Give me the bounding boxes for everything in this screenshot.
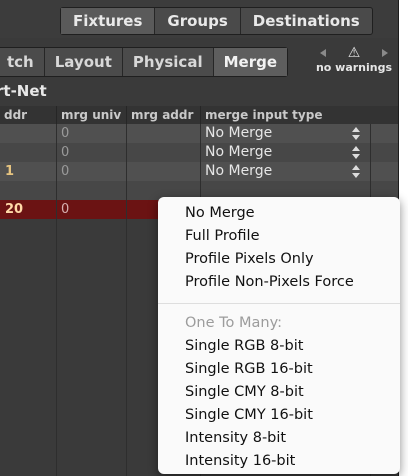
tab-patch[interactable]: tch [0, 48, 45, 76]
stepper-icon[interactable] [352, 165, 360, 178]
column-header-mrg-univ[interactable]: mrg univ [56, 106, 126, 124]
section-title: rt-Net [0, 82, 47, 100]
tab-physical[interactable]: Physical [123, 48, 214, 76]
menu-separator [158, 303, 400, 304]
column-header-mrg-addr[interactable]: mrg addr [126, 106, 200, 124]
stepper-icon[interactable] [352, 146, 360, 159]
stepper-icon[interactable] [352, 127, 360, 140]
column-header-merge-input-type[interactable]: merge input type [200, 106, 370, 124]
menu-item-single-cmy-16bit[interactable]: Single CMY 16-bit [185, 407, 313, 423]
merge-type-dropdown-menu: No Merge Full Profile Profile Pixels Onl… [158, 197, 400, 474]
menu-item-no-merge[interactable]: No Merge [185, 205, 255, 221]
table-row[interactable]: 1 0 No Merge [0, 162, 398, 181]
merge-type-select[interactable]: No Merge [200, 143, 350, 162]
menu-item-full-profile[interactable]: Full Profile [185, 228, 260, 244]
menu-item-single-rgb-16bit[interactable]: Single RGB 16-bit [185, 361, 313, 377]
menu-item-intensity-16bit[interactable]: Intensity 16-bit [185, 453, 295, 469]
warnings-indicator[interactable]: ⚠ no warnings [312, 45, 396, 75]
menu-item-profile-pixels-only[interactable]: Profile Pixels Only [185, 251, 314, 267]
previous-warning-icon[interactable] [320, 49, 326, 57]
table-header: ddr mrg univ mrg addr merge input type [0, 106, 398, 125]
tab-groups[interactable]: Groups [155, 8, 241, 34]
tab-fixtures[interactable]: Fixtures [61, 8, 156, 34]
merge-type-select[interactable]: No Merge [200, 124, 350, 143]
table-row[interactable]: 0 No Merge [0, 143, 398, 162]
table-row[interactable]: 0 No Merge [0, 124, 398, 143]
tab-merge[interactable]: Merge [213, 48, 288, 76]
warnings-label: no warnings [315, 61, 393, 74]
menu-group-header: One To Many: [185, 315, 283, 331]
menu-item-intensity-8bit[interactable]: Intensity 8-bit [185, 430, 286, 446]
next-warning-icon[interactable] [382, 49, 388, 57]
sub-tab-group: tch Layout Physical Merge [0, 47, 289, 77]
menu-item-profile-non-pixels-force[interactable]: Profile Non-Pixels Force [185, 274, 354, 290]
menu-item-single-cmy-8bit[interactable]: Single CMY 8-bit [185, 384, 304, 400]
top-tab-group: Fixtures Groups Destinations [60, 7, 373, 35]
top-tab-bar: Fixtures Groups Destinations [0, 0, 398, 38]
column-header-addr[interactable]: ddr [0, 106, 56, 124]
tab-layout[interactable]: Layout [45, 48, 123, 76]
menu-item-single-rgb-8bit[interactable]: Single RGB 8-bit [185, 338, 303, 354]
tab-destinations[interactable]: Destinations [241, 8, 372, 34]
merge-type-select[interactable]: No Merge [200, 162, 350, 181]
